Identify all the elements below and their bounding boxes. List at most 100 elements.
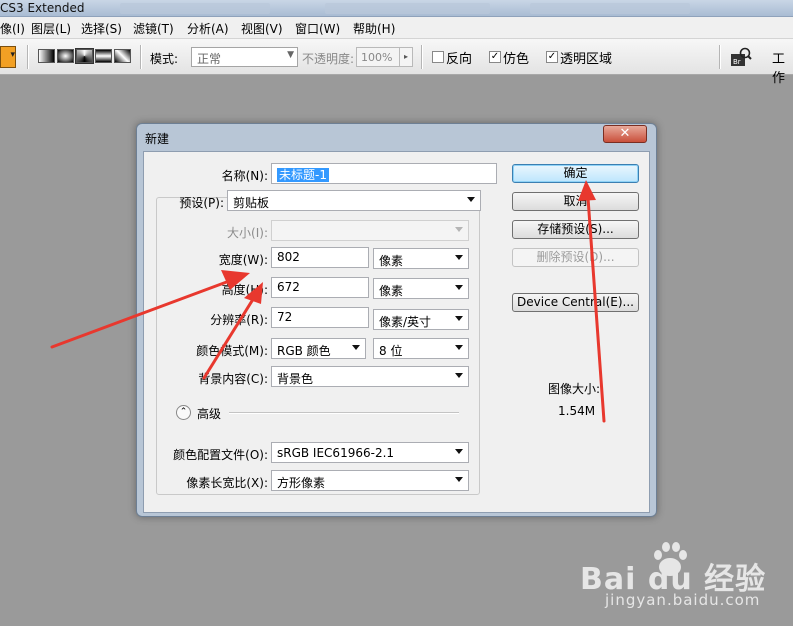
angle-gradient-icon[interactable] bbox=[75, 48, 94, 64]
resolution-unit-select[interactable]: 像素/英寸 bbox=[373, 309, 469, 330]
background-tab-1 bbox=[120, 3, 270, 14]
color-profile-value: sRGB IEC61966-2.1 bbox=[277, 446, 395, 460]
options-bar: 模式: 正常 ▼ 不透明度: 100% ▸ 反向 ✓ 仿色 ✓ 透明区域 Br … bbox=[0, 39, 793, 86]
height-unit-value: 像素 bbox=[379, 284, 404, 298]
background-select[interactable]: 背景色 bbox=[271, 366, 469, 387]
name-value: 未标题-1 bbox=[277, 168, 329, 182]
menu-window[interactable]: 窗口(W) bbox=[295, 20, 340, 37]
chevron-down-icon bbox=[455, 316, 463, 321]
name-label: 名称(N): bbox=[221, 169, 268, 183]
resolution-value: 72 bbox=[277, 310, 293, 324]
pixel-aspect-value: 方形像素 bbox=[277, 476, 326, 490]
width-unit-value: 像素 bbox=[379, 254, 404, 268]
menu-select[interactable]: 选择(S) bbox=[81, 20, 122, 37]
svg-text:Br: Br bbox=[733, 58, 741, 66]
mode-label: 模式: bbox=[150, 52, 179, 66]
dither-checkbox[interactable]: ✓ bbox=[489, 51, 501, 63]
image-size-value: 1.54M bbox=[558, 404, 596, 418]
advanced-divider bbox=[229, 412, 459, 414]
transparency-label: 透明区域 bbox=[560, 52, 613, 67]
resolution-field[interactable]: 72 bbox=[271, 307, 369, 328]
resolution-label: 分辨率(R): bbox=[210, 313, 268, 327]
width-label: 宽度(W): bbox=[218, 253, 268, 267]
chevron-down-icon bbox=[455, 449, 463, 454]
chevron-down-icon bbox=[455, 227, 463, 232]
close-icon[interactable]: ✕ bbox=[603, 125, 647, 143]
menu-help[interactable]: 帮助(H) bbox=[353, 20, 395, 37]
chevron-down-icon bbox=[467, 197, 475, 202]
watermark-url: jingyan.baidu.com bbox=[605, 591, 761, 609]
chevron-down-icon bbox=[455, 255, 463, 260]
paw-icon bbox=[654, 542, 687, 576]
width-value: 802 bbox=[277, 250, 300, 264]
divider bbox=[421, 45, 423, 69]
background-value: 背景色 bbox=[277, 372, 314, 386]
preset-select[interactable]: 剪贴板 bbox=[227, 190, 481, 211]
cancel-button[interactable]: 取消 bbox=[512, 192, 639, 211]
preset-value: 剪贴板 bbox=[233, 196, 270, 210]
chevron-down-icon bbox=[455, 373, 463, 378]
height-unit-select[interactable]: 像素 bbox=[373, 278, 469, 299]
chevron-down-icon bbox=[455, 345, 463, 350]
save-preset-button[interactable]: 存储预设(S)... bbox=[512, 220, 639, 239]
color-mode-label: 颜色模式(M): bbox=[196, 344, 268, 358]
menu-filter[interactable]: 滤镜(T) bbox=[133, 20, 174, 37]
mode-select[interactable]: 正常 ▼ bbox=[191, 47, 298, 67]
window-title: CS3 Extended bbox=[0, 1, 85, 15]
height-field[interactable]: 672 bbox=[271, 277, 369, 298]
advanced-label[interactable]: 高级 bbox=[197, 405, 227, 422]
gradient-picker[interactable] bbox=[0, 46, 16, 68]
delete-preset-button: 删除预设(D)... bbox=[512, 248, 639, 267]
color-mode-value: RGB 颜色 bbox=[277, 344, 331, 358]
width-field[interactable]: 802 bbox=[271, 247, 369, 268]
name-field[interactable]: 未标题-1 bbox=[271, 163, 497, 184]
menu-layer[interactable]: 图层(L) bbox=[31, 20, 71, 37]
bit-depth-value: 8 位 bbox=[379, 344, 403, 358]
dither-label: 仿色 bbox=[503, 52, 530, 67]
chevron-down-icon bbox=[455, 477, 463, 482]
width-unit-select[interactable]: 像素 bbox=[373, 248, 469, 269]
stepper-arrow-icon[interactable]: ▸ bbox=[399, 48, 412, 66]
menu-bar: 像(I) 图层(L) 选择(S) 滤镜(T) 分析(A) 视图(V) 窗口(W)… bbox=[0, 17, 793, 39]
height-label: 高度(H): bbox=[221, 283, 268, 297]
bridge-icon[interactable]: Br bbox=[730, 47, 752, 67]
chevron-down-icon bbox=[352, 345, 360, 350]
bit-depth-select[interactable]: 8 位 bbox=[373, 338, 469, 359]
reflected-gradient-icon[interactable] bbox=[95, 49, 112, 63]
ok-button[interactable]: 确定 bbox=[512, 164, 639, 183]
transparency-checkbox[interactable]: ✓ bbox=[546, 51, 558, 63]
reverse-checkbox[interactable] bbox=[432, 51, 444, 63]
opacity-label: 不透明度: bbox=[302, 52, 355, 66]
radial-gradient-icon[interactable] bbox=[57, 49, 74, 63]
divider bbox=[27, 45, 29, 69]
device-central-button[interactable]: Device Central(E)... bbox=[512, 293, 639, 312]
window-title-bar: CS3 Extended bbox=[0, 0, 793, 17]
resolution-unit-value: 像素/英寸 bbox=[379, 315, 432, 329]
background-label: 背景内容(C): bbox=[198, 372, 268, 386]
advanced-toggle-icon[interactable]: ⌃ bbox=[176, 405, 191, 420]
height-value: 672 bbox=[277, 280, 300, 294]
chevron-down-icon: ▼ bbox=[287, 50, 294, 60]
menu-view[interactable]: 视图(V) bbox=[241, 20, 283, 37]
preset-label: 预设(P): bbox=[179, 196, 224, 210]
divider bbox=[719, 45, 721, 69]
dialog-title: 新建 bbox=[145, 132, 170, 146]
linear-gradient-icon[interactable] bbox=[38, 49, 55, 63]
color-mode-select[interactable]: RGB 颜色 bbox=[271, 338, 366, 359]
image-size-label: 图像大小: bbox=[548, 382, 601, 396]
chevron-down-icon bbox=[455, 285, 463, 290]
color-profile-label: 颜色配置文件(O): bbox=[173, 448, 268, 462]
menu-analysis[interactable]: 分析(A) bbox=[187, 20, 229, 37]
size-select bbox=[271, 220, 469, 241]
opacity-field[interactable]: 100% ▸ bbox=[356, 47, 413, 67]
background-tab-3 bbox=[530, 3, 690, 14]
reverse-label: 反向 bbox=[446, 52, 473, 67]
color-profile-select[interactable]: sRGB IEC61966-2.1 bbox=[271, 442, 469, 463]
workspace-label[interactable]: 工作 bbox=[772, 48, 793, 86]
pixel-aspect-label: 像素长宽比(X): bbox=[186, 476, 268, 490]
opacity-value: 100% bbox=[361, 51, 393, 64]
diamond-gradient-icon[interactable] bbox=[114, 49, 131, 63]
divider bbox=[140, 45, 142, 69]
pixel-aspect-select[interactable]: 方形像素 bbox=[271, 470, 469, 491]
menu-image[interactable]: 像(I) bbox=[0, 20, 25, 37]
